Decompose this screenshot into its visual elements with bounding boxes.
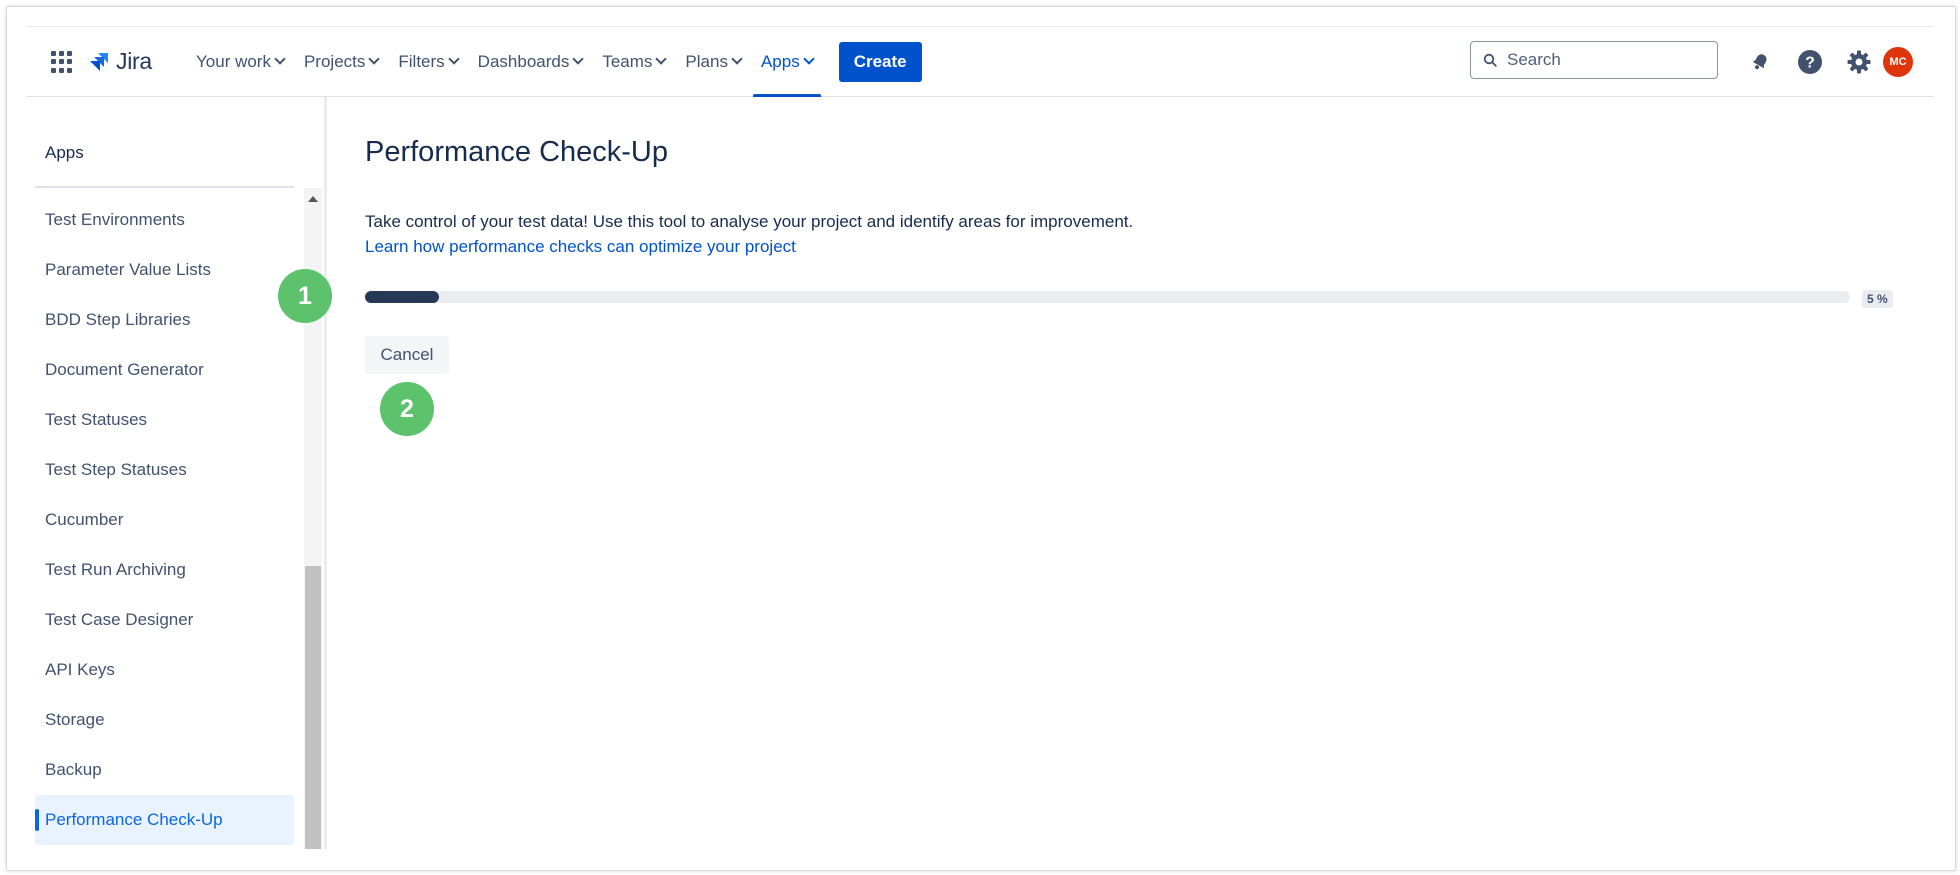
- page-title: Performance Check-Up: [365, 136, 668, 168]
- sidebar-item-api-keys[interactable]: API Keys: [35, 645, 294, 695]
- progress-bar: [365, 291, 1850, 303]
- nav-apps[interactable]: Apps: [751, 27, 823, 97]
- progress-percentage: 5 %: [1862, 290, 1893, 308]
- sidebar-item-storage[interactable]: Storage: [35, 695, 294, 745]
- nav-label: Filters: [398, 51, 445, 71]
- sidebar-item-bdd-step-libraries[interactable]: BDD Step Libraries: [35, 295, 294, 345]
- sidebar-border: [324, 97, 327, 849]
- sidebar-item-performance-check-up[interactable]: Performance Check-Up: [35, 795, 294, 845]
- sidebar-item-backup[interactable]: Backup: [35, 745, 294, 795]
- nav-label: Your work: [196, 51, 271, 71]
- sidebar-item-test-statuses[interactable]: Test Statuses: [35, 395, 294, 445]
- chevron-down-icon: [572, 53, 585, 65]
- sidebar-item-cucumber[interactable]: Cucumber: [35, 495, 294, 545]
- nav-your-work[interactable]: Your work: [186, 27, 294, 96]
- chevron-down-icon: [368, 53, 381, 65]
- nav-teams[interactable]: Teams: [592, 27, 675, 96]
- progress-bar-fill: [365, 291, 440, 303]
- chevron-down-icon: [731, 53, 743, 65]
- settings-gear-icon[interactable]: [1846, 49, 1872, 75]
- sidebar-list: Test Environments Parameter Value Lists …: [35, 195, 294, 845]
- chevron-down-icon: [655, 53, 668, 65]
- search-placeholder: Search: [1507, 50, 1561, 69]
- step-marker-1: 1: [278, 269, 332, 323]
- chevron-down-icon: [803, 53, 815, 65]
- nav-label: Plans: [685, 51, 728, 71]
- scrollbar-thumb[interactable]: [305, 566, 321, 849]
- sidebar-item-test-run-archiving[interactable]: Test Run Archiving: [35, 545, 294, 595]
- help-icon[interactable]: ?: [1797, 49, 1823, 75]
- logo-text: Jira: [116, 48, 152, 74]
- page-description: Take control of your test data! Use this…: [365, 212, 1134, 231]
- nav-dashboards[interactable]: Dashboards: [468, 27, 593, 96]
- chevron-down-icon: [274, 53, 286, 65]
- top-navigation: Jira Your work Projects Filters Dashboar…: [26, 27, 1934, 97]
- create-button[interactable]: Create: [838, 41, 922, 82]
- svg-text:?: ?: [1805, 55, 1815, 72]
- learn-more-link[interactable]: Learn how performance checks can optimiz…: [365, 237, 796, 257]
- app-switcher-icon[interactable]: [51, 51, 73, 73]
- nav-label: Dashboards: [477, 51, 570, 71]
- nav-plans[interactable]: Plans: [675, 27, 751, 96]
- nav-projects[interactable]: Projects: [294, 27, 388, 96]
- nav-label: Apps: [760, 51, 800, 71]
- sidebar-item-test-environments[interactable]: Test Environments: [35, 195, 294, 245]
- notifications-bell-icon[interactable]: [1747, 49, 1773, 75]
- sidebar-item-test-step-statuses[interactable]: Test Step Statuses: [35, 445, 294, 495]
- scroll-up-arrow-icon[interactable]: [308, 196, 318, 202]
- sidebar-divider: [35, 186, 294, 188]
- nav-filters[interactable]: Filters: [388, 27, 467, 96]
- jira-logo-icon: [90, 52, 108, 71]
- sidebar-item-parameter-value-lists[interactable]: Parameter Value Lists: [35, 245, 294, 295]
- chevron-down-icon: [448, 53, 460, 65]
- search-icon: [1483, 53, 1497, 67]
- nav-label: Projects: [303, 51, 366, 71]
- cancel-button[interactable]: Cancel: [365, 336, 449, 374]
- sidebar-title: Apps: [45, 143, 84, 162]
- sidebar-item-document-generator[interactable]: Document Generator: [35, 345, 294, 395]
- sidebar: Apps Test Environments Parameter Value L…: [26, 97, 326, 849]
- user-avatar[interactable]: MC: [1883, 47, 1913, 77]
- primary-nav: Your work Projects Filters Dashboards Te…: [186, 27, 922, 97]
- jira-logo[interactable]: Jira: [88, 48, 152, 75]
- search-input[interactable]: Search: [1470, 41, 1718, 79]
- sidebar-item-test-case-designer[interactable]: Test Case Designer: [35, 595, 294, 645]
- step-marker-2: 2: [380, 382, 434, 436]
- nav-label: Teams: [602, 51, 653, 71]
